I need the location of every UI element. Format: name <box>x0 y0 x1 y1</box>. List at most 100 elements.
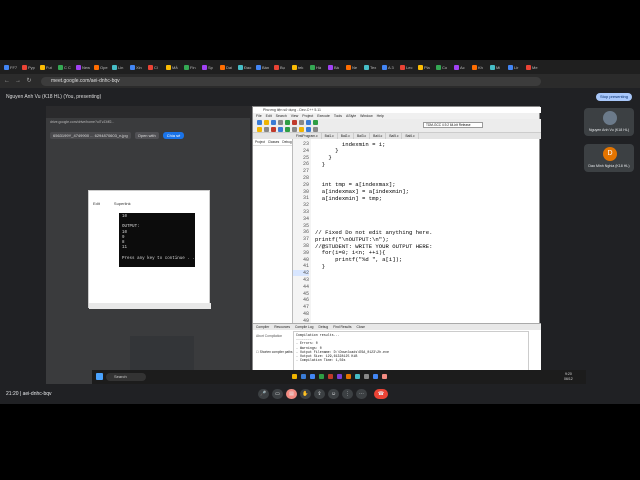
line-number: 39 <box>302 249 309 256</box>
share-button[interactable]: Chia sẻ <box>162 131 185 139</box>
taskbar-app-icon[interactable] <box>355 374 360 379</box>
participant-tile-2[interactable]: D Dao Minh Nghia (K18 HL) <box>584 144 634 172</box>
taskbar-app-icon[interactable] <box>364 374 369 379</box>
taskbar-app-icon[interactable] <box>301 374 306 379</box>
taskbar-search[interactable]: Search <box>106 373 146 381</box>
browser-tab[interactable]: Fin <box>184 62 201 72</box>
browser-tab[interactable]: Me <box>526 62 543 72</box>
taskbar-app-icon[interactable] <box>292 374 297 379</box>
browser-tab[interactable]: tek <box>292 62 309 72</box>
project-pane-tab[interactable]: Classes <box>268 140 279 144</box>
hangup-icon[interactable]: ☎ <box>374 389 388 399</box>
toolbar-button-icon[interactable] <box>313 120 318 125</box>
toolbar-button-icon[interactable] <box>271 120 276 125</box>
browser-tab[interactable]: Bà <box>328 62 345 72</box>
more-icon[interactable]: ⋮ <box>342 389 353 399</box>
drive-url[interactable]: drive.google.com/drive/home?uiTvZ4ff2... <box>50 120 240 127</box>
browser-tab[interactable]: Lin <box>112 62 129 72</box>
browser-tab-label: Pla <box>424 64 430 70</box>
captions-icon[interactable]: ▤ <box>286 389 297 399</box>
browser-tab[interactable]: Dai <box>220 62 237 72</box>
taskbar-app-icon[interactable] <box>310 374 315 379</box>
drive-filename: 6563199Y_4749900 ... 6294870603_n.jpg <box>50 131 131 139</box>
mic-icon[interactable]: 🎤 <box>258 389 269 399</box>
abort-compilation-button[interactable]: Abort Compilation <box>256 334 290 340</box>
browser-tab[interactable]: Bụ <box>274 62 291 72</box>
browser-tab[interactable]: Cl <box>148 62 165 72</box>
present-icon[interactable]: ⇪ <box>314 389 325 399</box>
camera-icon[interactable]: ▭ <box>272 389 283 399</box>
browser-tab[interactable]: Xin <box>130 62 147 72</box>
browser-tab[interactable]: Lec <box>400 62 417 72</box>
meet-controls-bar: 21:20 | aei-dnhc-bqv 🎤 ▭ ▤ ✋ ⇪ ☺ ⋮ ⋯ ☎ <box>0 384 640 404</box>
taskbar-app-icon[interactable] <box>337 374 342 379</box>
browser-tab[interactable]: Đao <box>238 62 255 72</box>
browser-tab-label: Ne <box>352 64 358 70</box>
browser-tab[interactable]: Lir <box>508 62 525 72</box>
browser-tab[interactable]: Sp <box>202 62 219 72</box>
compiler-select[interactable]: TDM-GCC 4.9.2 64-bit Release <box>423 122 483 128</box>
browser-tab[interactable]: FF7 <box>4 62 21 72</box>
toolbar-button-icon[interactable] <box>292 127 297 132</box>
emoji-icon[interactable]: ☺ <box>328 389 339 399</box>
stop-presenting-button[interactable]: Stop presenting <box>596 93 632 101</box>
toolbar-button-icon[interactable] <box>292 120 297 125</box>
toolbar-button-icon[interactable] <box>306 127 311 132</box>
project-pane-tab[interactable]: Project <box>255 140 265 144</box>
taskbar-app-icon[interactable] <box>328 374 333 379</box>
browser-tab-label: Fin <box>190 64 196 70</box>
browser-tab[interactable]: Mi <box>490 62 507 72</box>
taskbar-app-icon[interactable] <box>346 374 351 379</box>
browser-tab[interactable]: Fut <box>40 62 57 72</box>
toolbar-button-icon[interactable] <box>278 120 283 125</box>
url-field[interactable]: meet.google.com/aei-dnhc-bqv <box>41 76 541 86</box>
browser-tab[interactable]: Kh <box>472 62 489 72</box>
participant-tile-1[interactable]: Nguyen Anh Vu (K18 HL) <box>584 108 634 136</box>
shorten-paths-checkbox[interactable]: ☐ Shorten compiler paths <box>256 350 293 354</box>
forward-icon[interactable]: → <box>14 77 22 85</box>
toolbar-button-icon[interactable] <box>285 120 290 125</box>
toolbar-button-icon[interactable] <box>278 127 283 132</box>
toolbar-button-icon[interactable] <box>264 120 269 125</box>
browser-tab-label: Sp <box>208 64 213 70</box>
toolbar-button-icon[interactable] <box>285 127 290 132</box>
browser-tab[interactable]: Ne <box>346 62 363 72</box>
toolbar-button-icon[interactable] <box>257 127 262 132</box>
toolbar-button-icon[interactable] <box>313 127 318 132</box>
more-options-icon[interactable]: ⋯ <box>356 389 367 399</box>
line-number: 43 <box>302 277 309 283</box>
browser-tab[interactable]: Co <box>436 62 453 72</box>
toolbar-button-icon[interactable] <box>257 120 262 125</box>
taskbar-app-icon[interactable] <box>373 374 378 379</box>
browser-tab-label: Lir <box>514 64 519 70</box>
reload-icon[interactable]: ↻ <box>25 77 33 85</box>
hand-icon[interactable]: ✋ <box>300 389 311 399</box>
back-icon[interactable]: ← <box>3 77 11 85</box>
favicon-icon <box>346 64 351 70</box>
browser-tab[interactable]: C C <box>58 62 75 72</box>
toolbar-button-icon[interactable] <box>299 120 304 125</box>
project-pane-tab[interactable]: Debug <box>282 140 291 144</box>
toolbar-button-icon[interactable] <box>271 127 276 132</box>
code-editor[interactable]: indexmin = i; } } } int tmp = a[indexmax… <box>311 139 539 323</box>
browser-tab[interactable]: New <box>76 62 93 72</box>
taskbar-app-icon[interactable] <box>382 374 387 379</box>
open-with-menu[interactable]: Open with <box>134 131 159 139</box>
browser-tab[interactable]: A 3 <box>382 62 399 72</box>
toolbar-button-icon[interactable] <box>306 120 311 125</box>
start-icon[interactable] <box>96 373 103 380</box>
browser-tab[interactable]: Hà <box>310 62 327 72</box>
drive-tab-bar <box>46 106 250 118</box>
card-tab-edit[interactable]: Edit <box>93 201 100 206</box>
browser-tab[interactable]: Bàn <box>256 62 273 72</box>
browser-tab[interactable]: Pyp <box>22 62 39 72</box>
toolbar-button-icon[interactable] <box>264 127 269 132</box>
browser-tab[interactable]: Pla <box>418 62 435 72</box>
card-tab-superlink[interactable]: Superlink <box>114 201 131 206</box>
browser-tab[interactable]: Mắ <box>166 62 183 72</box>
toolbar-button-icon[interactable] <box>299 127 304 132</box>
taskbar-app-icon[interactable] <box>319 374 324 379</box>
browser-tab[interactable]: Ope <box>94 62 111 72</box>
browser-tab[interactable]: Tex <box>364 62 381 72</box>
browser-tab[interactable]: Ac <box>454 62 471 72</box>
